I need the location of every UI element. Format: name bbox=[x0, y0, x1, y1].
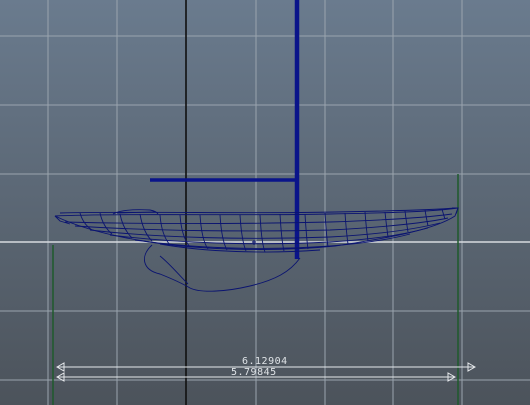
viewport-background bbox=[0, 0, 530, 405]
viewport-canvas[interactable]: 6.12904 5.79845 bbox=[0, 0, 530, 405]
dimension-value: 5.79845 bbox=[231, 367, 277, 378]
3d-viewport[interactable]: 6.12904 5.79845 bbox=[0, 0, 530, 405]
dimension-value: 6.12904 bbox=[242, 356, 288, 367]
